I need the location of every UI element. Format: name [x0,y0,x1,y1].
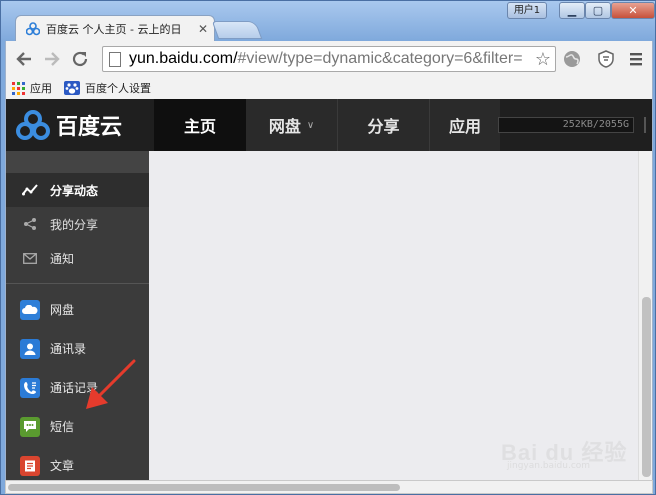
sidebar-app-netdisk[interactable]: 网盘 [6,290,149,329]
nav-label: 分享 [367,117,400,136]
bookmark-label: 应用 [30,82,52,95]
sidebar-item-my-share[interactable]: 我的分享 [6,207,149,241]
globe-extension-icon[interactable] [562,49,582,69]
back-arrow-icon [16,52,31,66]
vertical-scrollbar[interactable] [638,151,652,480]
nav-label: 应用 [448,117,481,136]
sidebar: 分享动态 我的分享 通知 网盘 通讯录 通话记录 短信 文章 [6,151,149,480]
article-icon [20,455,40,476]
watermark-sub-text: jingyan.baidu.com [507,461,591,471]
url-text: yun.baidu.com/#view/type=dynamic&categor… [129,50,523,68]
mail-icon [22,250,38,266]
tab-title: 百度云 个人主页 - 云上的日 [46,22,182,36]
reload-icon [72,51,88,67]
minimize-icon: ▁ [567,4,577,17]
call-log-icon [20,377,40,398]
page-icon [109,51,121,67]
annotation-arrow-icon [86,359,136,409]
nav-netdisk[interactable]: 网盘 ∨ [246,99,338,151]
maximize-button[interactable]: ▢ [585,2,611,19]
baidu-cloud-favicon-icon [26,21,40,35]
tab-strip: 百度云 个人主页 - 云上的日 ✕ 用户1 ▁ ▢ ✕ [1,1,655,41]
nav-home[interactable]: 主页 [154,99,246,151]
main-content [149,151,638,480]
sidebar-item-label: 分享动态 [50,183,99,198]
close-icon: ✕ [628,4,638,17]
apps-grid-icon [12,81,25,95]
nav-label: 网盘 [268,117,301,136]
bookmark-baidu-settings[interactable]: 百度个人设置 [64,80,151,96]
sidebar-app-label: 文章 [50,459,75,473]
address-bar[interactable]: yun.baidu.com/#view/type=dynamic&categor… [102,46,556,72]
minimize-button[interactable]: ▁ [559,2,585,19]
forward-arrow-icon [45,52,60,66]
site-header: 百度云 主页 网盘 ∨ 分享 应用 252KB/2055G [6,99,652,151]
sidebar-item-label: 通知 [50,251,75,266]
header-edge [644,117,652,133]
page-viewport: 百度云 主页 网盘 ∨ 分享 应用 252KB/2055G 分享动态 我的分享 … [5,99,653,480]
sidebar-app-label: 网盘 [50,303,75,317]
menu-icon[interactable] [626,49,646,69]
browser-window: 百度云 个人主页 - 云上的日 ✕ 用户1 ▁ ▢ ✕ yun.baidu.co… [0,0,656,495]
sidebar-app-article[interactable]: 文章 [6,446,149,480]
bookmarks-bar: 应用 百度个人设置 [5,77,653,99]
sidebar-app-label: 通讯录 [50,342,87,356]
sidebar-item-label: 我的分享 [50,217,99,232]
horizontal-scroll-thumb[interactable] [8,484,400,491]
baidu-cloud-logo-icon [16,110,50,140]
main-nav: 主页 网盘 ∨ 分享 应用 [154,99,500,151]
close-window-button[interactable]: ✕ [611,2,655,19]
url-rest: #view/type=dynamic&category=6&filter= [237,50,523,67]
reload-button[interactable] [66,45,94,73]
back-button[interactable] [10,45,38,73]
cloud-icon [20,299,40,320]
url-host: yun.baidu.com/ [129,50,238,67]
baidu-cloud-logo[interactable]: 百度云 [16,109,122,141]
baidu-paw-icon [64,81,80,95]
nav-share[interactable]: 分享 [338,99,430,151]
contacts-icon [20,338,40,359]
horizontal-scrollbar[interactable] [5,480,653,494]
browser-toolbar: yun.baidu.com/#view/type=dynamic&categor… [5,41,653,77]
bookmark-label: 百度个人设置 [85,82,151,95]
tab-close-icon[interactable]: ✕ [198,22,208,36]
new-tab-button[interactable] [211,21,263,39]
shield-extension-icon[interactable] [596,49,616,69]
nav-label: 主页 [183,117,216,136]
forward-button[interactable] [38,45,66,73]
sidebar-top-strip [6,151,149,173]
maximize-icon: ▢ [592,4,604,17]
sidebar-app-label: 短信 [50,420,75,434]
share-icon [22,216,38,232]
sidebar-item-share-activity[interactable]: 分享动态 [6,173,149,207]
sidebar-app-sms[interactable]: 短信 [6,407,149,446]
baidu-jingyan-watermark: Bai du 经验 jingyan.baidu.com [501,435,651,475]
activity-icon [22,182,38,198]
nav-apps[interactable]: 应用 [430,99,500,151]
profile-badge[interactable]: 用户1 [507,2,547,19]
bookmark-star-icon[interactable]: ☆ [534,49,551,70]
sidebar-divider [6,283,149,284]
sidebar-item-notifications[interactable]: 通知 [6,241,149,275]
sms-icon [20,416,40,437]
chevron-down-icon: ∨ [306,119,315,131]
storage-quota: 252KB/2055G [498,117,634,133]
bookmark-apps[interactable]: 应用 [12,80,52,96]
browser-tab[interactable]: 百度云 个人主页 - 云上的日 ✕ [15,15,215,41]
logo-text: 百度云 [56,115,123,140]
